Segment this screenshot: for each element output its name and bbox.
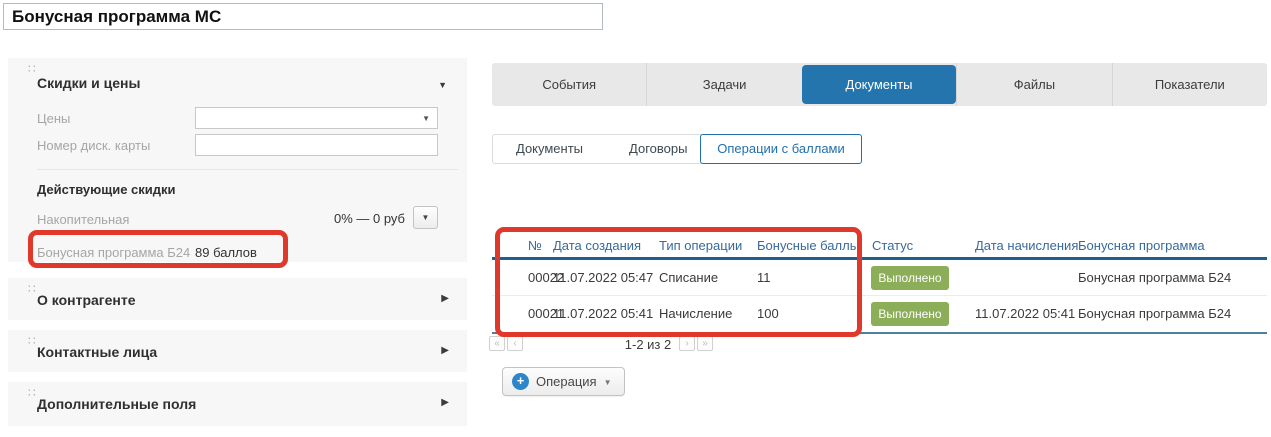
column-header-bonus-program[interactable]: Бонусная программа	[1078, 237, 1205, 258]
subtab-contracts[interactable]: Договоры	[606, 135, 710, 163]
drag-handle-icon[interactable]: ∷	[28, 283, 36, 295]
cumulative-discount-label: Накопительная	[37, 212, 129, 227]
entity-title-input[interactable]	[3, 3, 603, 30]
active-discounts-title: Действующие скидки	[37, 182, 176, 197]
add-operation-button[interactable]: + Операция ▼	[502, 367, 625, 396]
section-title: О контрагенте	[37, 292, 136, 308]
bonus-points-value: 89 баллов	[195, 245, 257, 260]
main-tab-bar: События Задачи Документы Файлы Показател…	[492, 63, 1267, 106]
column-header-created[interactable]: Дата создания	[553, 237, 641, 258]
section-title: Контактные лица	[37, 344, 157, 360]
status-badge: Выполнено	[871, 302, 949, 326]
chevron-down-icon: ▼	[422, 114, 430, 123]
chevron-down-icon: ▼	[604, 376, 612, 387]
tab-indicators[interactable]: Показатели	[1112, 63, 1267, 106]
operation-button-label: Операция	[536, 374, 597, 389]
drag-handle-icon[interactable]: ∷	[28, 335, 36, 347]
section-discounts-and-prices: ∷ Скидки и цены ▼ Цены ▼ Номер диск. кар…	[8, 58, 467, 262]
prices-label: Цены	[37, 111, 70, 126]
drag-handle-icon[interactable]: ∷	[28, 63, 36, 75]
section-title-discounts: Скидки и цены	[37, 75, 140, 91]
section-contact-persons[interactable]: ∷ Контактные лица ▶	[8, 330, 467, 372]
discount-card-input[interactable]	[195, 134, 438, 156]
drag-handle-icon[interactable]: ∷	[28, 387, 36, 399]
tab-tasks[interactable]: Задачи	[646, 63, 801, 106]
column-header-status[interactable]: Статус	[872, 237, 913, 258]
cell-bonus-points: 11	[757, 260, 771, 296]
subtab-point-operations[interactable]: Операции с баллами	[700, 134, 862, 164]
table-bottom-border	[492, 332, 1267, 334]
page: ∷ Скидки и цены ▼ Цены ▼ Номер диск. кар…	[0, 0, 1271, 437]
tab-documents[interactable]: Документы	[802, 65, 956, 104]
operations-table: № Дата создания Тип операции Бонусные ба…	[492, 237, 1267, 334]
subtab-documents[interactable]: Документы	[493, 135, 606, 163]
pagination-prev-button[interactable]: ‹	[507, 336, 523, 351]
tab-files[interactable]: Файлы	[956, 63, 1111, 106]
column-header-number[interactable]: №	[528, 237, 542, 258]
collapse-icon[interactable]: ▼	[438, 80, 447, 90]
discount-card-label: Номер диск. карты	[37, 138, 150, 153]
bonus-program-label: Бонусная программа Б24	[37, 245, 190, 260]
cell-bonus-program: Бонусная программа Б24	[1078, 260, 1231, 296]
section-title: Дополнительные поля	[37, 396, 196, 412]
section-additional-fields[interactable]: ∷ Дополнительные поля ▶	[8, 382, 467, 426]
expand-icon[interactable]: ▶	[441, 293, 449, 304]
column-header-bonus-points[interactable]: Бонусные баллы	[757, 237, 859, 258]
pagination-next-button[interactable]: ›	[679, 336, 695, 351]
plus-icon: +	[512, 373, 529, 390]
divider	[37, 169, 458, 170]
expand-icon[interactable]: ▶	[441, 397, 449, 408]
cell-operation-type: Списание	[659, 260, 718, 296]
table-row[interactable]: 00021 11.07.2022 05:41 Начисление 100 Вы…	[492, 296, 1267, 332]
cumulative-dropdown-button[interactable]: ▼	[413, 206, 438, 229]
pagination-last-button[interactable]: »	[697, 336, 713, 351]
column-header-accrual-date[interactable]: Дата начисления	[975, 237, 1078, 258]
cell-created: 11.07.2022 05:47	[553, 260, 653, 296]
chevron-down-icon: ▼	[422, 213, 430, 222]
tab-events[interactable]: События	[492, 63, 646, 106]
table-row[interactable]: 00022 11.07.2022 05:47 Списание 11 Выпол…	[492, 260, 1267, 296]
documents-subtab-bar: Документы Договоры Операции с баллами	[492, 134, 862, 164]
cell-bonus-program: Бонусная программа Б24	[1078, 296, 1231, 332]
cumulative-discount-value: 0% — 0 руб	[288, 211, 405, 226]
cell-bonus-points: 100	[757, 296, 779, 332]
cell-created: 11.07.2022 05:41	[553, 296, 653, 332]
cell-accrual-date: 11.07.2022 05:41	[975, 296, 1075, 332]
column-header-operation-type[interactable]: Тип операции	[659, 237, 742, 258]
section-about-counterparty[interactable]: ∷ О контрагенте ▶	[8, 278, 467, 320]
status-badge: Выполнено	[871, 266, 949, 290]
prices-select[interactable]: ▼	[195, 107, 438, 129]
cell-operation-type: Начисление	[659, 296, 732, 332]
pagination-first-button[interactable]: «	[489, 336, 505, 351]
expand-icon[interactable]: ▶	[441, 345, 449, 356]
